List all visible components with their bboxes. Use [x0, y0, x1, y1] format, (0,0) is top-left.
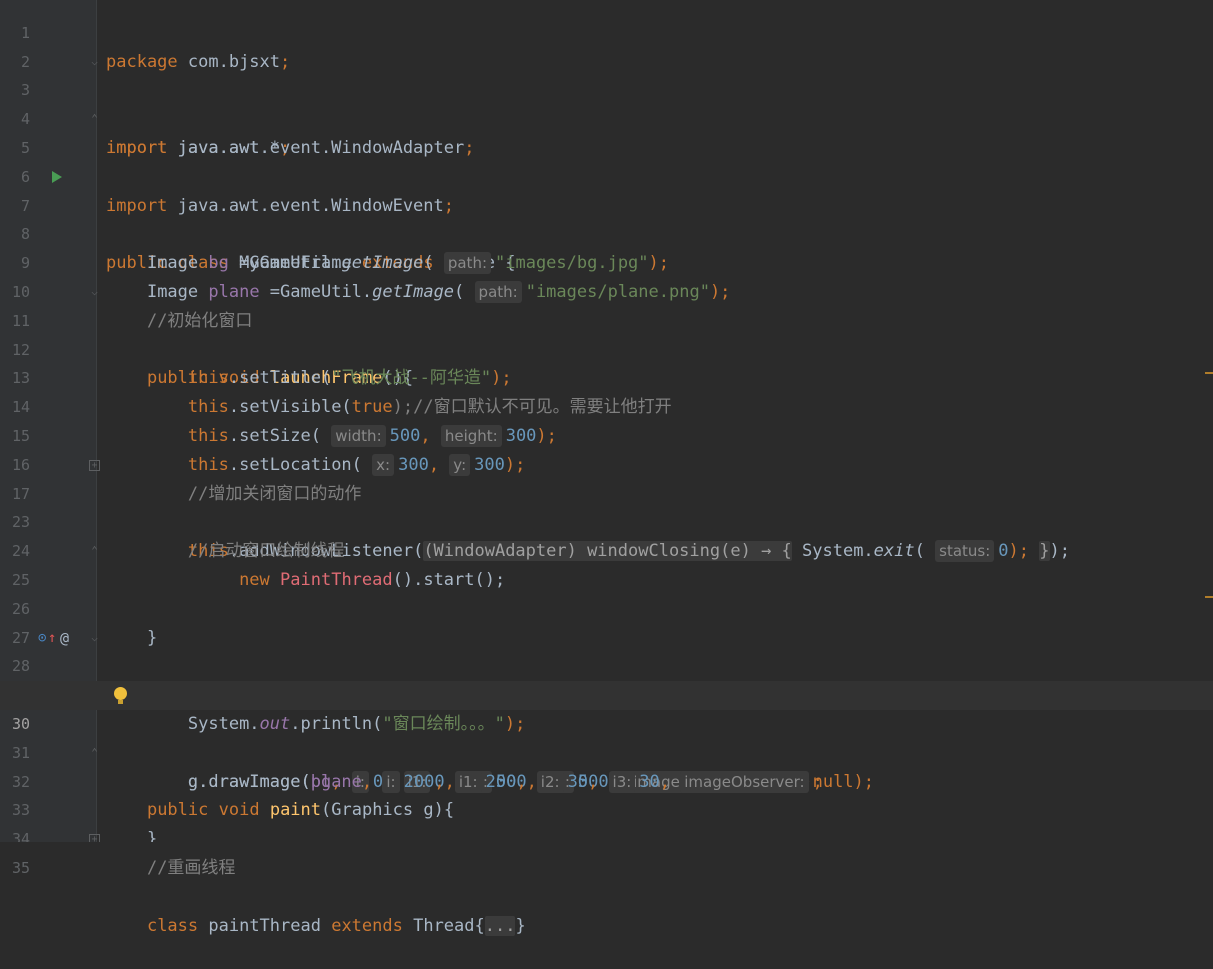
- overrides-method-icon[interactable]: ⊙: [38, 624, 46, 653]
- horizontal-scrollbar[interactable]: [0, 842, 1213, 850]
- code-line[interactable]: 16 //增加关闭窗口的动作: [0, 422, 1213, 504]
- code-line[interactable]: 23 //启动窗口绘制线程: [0, 480, 1213, 561]
- code-editor[interactable]: 1 package com.bjsxt; 2 3 ⌵ import java.a…: [0, 0, 1213, 936]
- code-line[interactable]: 31 g.drawImage(plane, i: 200, i1: 200, i2:…: [0, 710, 1213, 793]
- fold-marker-icon[interactable]: ⌃: [89, 545, 100, 557]
- code-line[interactable]: 13 this.setVisible(true);//窗口默认不可见。需要让他打…: [0, 336, 1213, 417]
- error-stripe-marker[interactable]: [1205, 596, 1213, 598]
- code-line[interactable]: 34 //重画线程: [0, 796, 1213, 878]
- code-line[interactable]: 9 Image plane =GameUtil.getImage( path: "…: [0, 220, 1213, 303]
- code-line[interactable]: 11 ⌵ public void launchFrame(){: [0, 278, 1213, 388]
- lightbulb-icon[interactable]: [114, 687, 127, 705]
- superclass: Thread{: [402, 915, 485, 936]
- annotation-at-icon[interactable]: @: [60, 624, 69, 653]
- override-arrow-icon[interactable]: ↑: [48, 624, 56, 653]
- code-line[interactable]: 24 new PaintThread().start();: [0, 508, 1213, 590]
- code-line[interactable]: 29 System.out.println("窗口绘制。。。");: [0, 652, 1213, 734]
- fold-marker-icon[interactable]: ⌃: [89, 113, 100, 125]
- code-line[interactable]: 6: [0, 134, 1213, 186]
- code-line[interactable]: 32 ⌃ }: [0, 739, 1213, 849]
- fold-marker-icon[interactable]: ⌵: [89, 285, 100, 298]
- fold-marker-icon[interactable]: ⌵: [89, 631, 100, 644]
- keyword: extends: [331, 915, 403, 936]
- code-line[interactable]: 10 //初始化窗口: [0, 249, 1213, 331]
- code-line[interactable]: 28 ⊙ ↑ @ ⌵ public void paint(Graphics g)…: [0, 624, 1213, 821]
- code-line[interactable]: 25 ⌃ }: [0, 537, 1213, 648]
- code-line[interactable]: 5 ⌃ import java.awt.event.WindowEvent;: [0, 105, 1213, 216]
- run-icon[interactable]: [52, 170, 62, 183]
- code-text: }: [515, 915, 526, 936]
- code-line[interactable]: 4 import java.awt.event.WindowAdapter;: [0, 76, 1213, 158]
- code-line[interactable]: 26: [0, 566, 1213, 618]
- code-line[interactable]: 12 this.setTitle("飞机大战--阿华造");: [0, 307, 1213, 389]
- current-code-line[interactable]: 30 g.drawImage(bg, i:0, i1:0, i2:500, i3…: [0, 681, 1213, 793]
- code-line[interactable]: 27: [0, 595, 1213, 647]
- keyword: class: [146, 915, 199, 936]
- code-line[interactable]: 15 this.setLocation( x: 300, y: 300);: [0, 393, 1213, 476]
- code-line[interactable]: 7 public class MyGameFrame extends Frame…: [0, 163, 1213, 273]
- code-line[interactable]: 14 this.setSize( width: 500, height: 300);: [0, 364, 1213, 447]
- code-line[interactable]: 8 Image bg =GameUtil.getImage( path: "ima…: [0, 192, 1213, 275]
- code-line[interactable]: 33: [0, 768, 1213, 819]
- expand-fold-icon[interactable]: +: [89, 459, 100, 471]
- code-line[interactable]: 17 + this.addWindowListener((WindowAdapt…: [0, 451, 1213, 563]
- comment: //重画线程: [146, 857, 236, 878]
- fold-marker-icon[interactable]: ⌃: [89, 746, 100, 759]
- code-line[interactable]: 3 ⌵ import java.awt.*;: [0, 48, 1213, 158]
- code-line[interactable]: 2: [0, 19, 1213, 71]
- fold-marker-icon[interactable]: ⌵: [89, 55, 100, 68]
- code-line[interactable]: 1 package com.bjsxt;: [0, 0, 1213, 72]
- line-number: 35: [11, 858, 30, 877]
- folded-body[interactable]: ...: [484, 915, 516, 936]
- error-stripe-marker[interactable]: [1205, 372, 1213, 374]
- class-name: paintThread: [198, 915, 332, 936]
